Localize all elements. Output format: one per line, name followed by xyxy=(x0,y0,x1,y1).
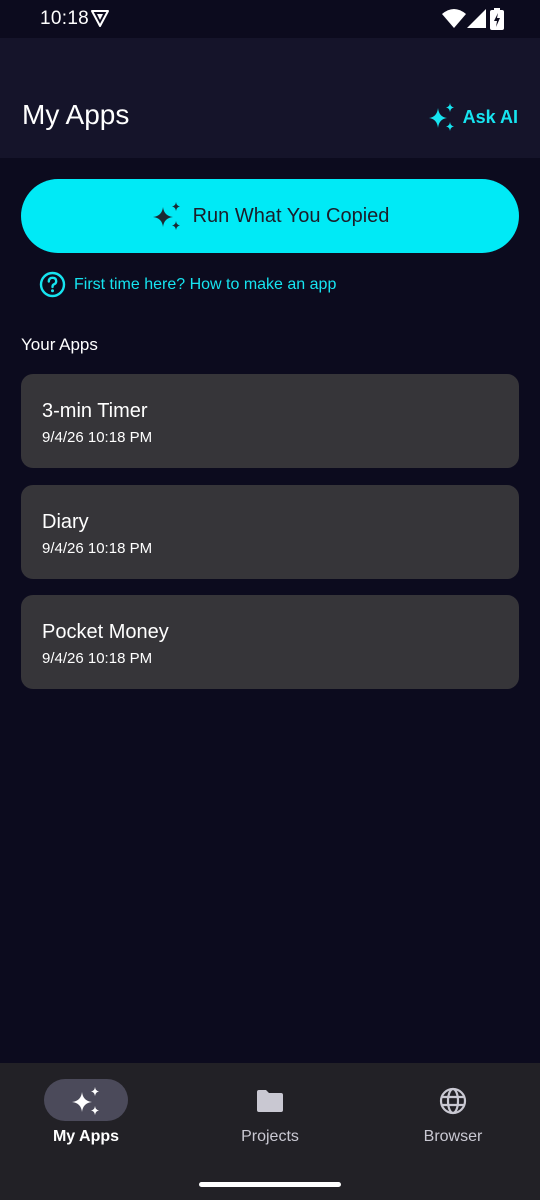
app-date: 9/4/26 10:18 PM xyxy=(42,540,153,557)
signal-icon xyxy=(467,9,486,28)
wifi-icon xyxy=(442,9,466,28)
nav-item-projects[interactable]: Projects xyxy=(180,1063,360,1163)
app-card-diary[interactable]: Diary 9/4/26 10:18 PM xyxy=(21,485,519,579)
section-title: Your Apps xyxy=(21,335,98,354)
sparkle-icon xyxy=(72,1087,99,1115)
page-title: My Apps xyxy=(22,99,130,130)
sparkle-icon xyxy=(428,103,454,131)
help-link-label: First time here? How to make an app xyxy=(74,275,337,293)
app-card-3-min-timer[interactable]: 3-min Timer 9/4/26 10:18 PM xyxy=(21,374,519,468)
nav-label: My Apps xyxy=(52,1128,120,1145)
help-link[interactable]: First time here? How to make an app xyxy=(39,271,336,298)
app-name: 3-min Timer xyxy=(42,400,148,422)
help-circle-icon xyxy=(39,271,66,298)
run-what-you-copied-button[interactable]: Run What You Copied xyxy=(21,179,519,253)
app-date: 9/4/26 10:18 PM xyxy=(42,429,153,446)
battery-icon xyxy=(490,8,504,30)
status-bar: 10:18 xyxy=(0,0,540,38)
folder-icon xyxy=(257,1090,283,1112)
run-button-label: Run What You Copied xyxy=(192,204,390,227)
gesture-bar[interactable] xyxy=(199,1182,341,1187)
bottom-nav: My Apps Projects Browser xyxy=(0,1063,540,1200)
app-card-pocket-money[interactable]: Pocket Money 9/4/26 10:18 PM xyxy=(21,595,519,689)
status-time: 10:18 xyxy=(40,8,90,29)
nav-item-my-apps[interactable]: My Apps xyxy=(0,1063,180,1163)
sparkle-icon xyxy=(152,202,180,230)
vpn-icon xyxy=(91,10,109,27)
app-header: My Apps Ask AI xyxy=(0,38,540,158)
globe-icon xyxy=(439,1087,467,1115)
app-name: Diary xyxy=(42,511,89,533)
app-date: 9/4/26 10:18 PM xyxy=(42,650,153,667)
nav-label: Browser xyxy=(423,1128,483,1145)
app-name: Pocket Money xyxy=(42,621,169,643)
ask-ai-label: Ask AI xyxy=(462,106,518,127)
ask-ai-button[interactable]: Ask AI xyxy=(427,102,518,132)
nav-label: Projects xyxy=(241,1128,299,1145)
nav-item-browser[interactable]: Browser xyxy=(360,1063,540,1163)
